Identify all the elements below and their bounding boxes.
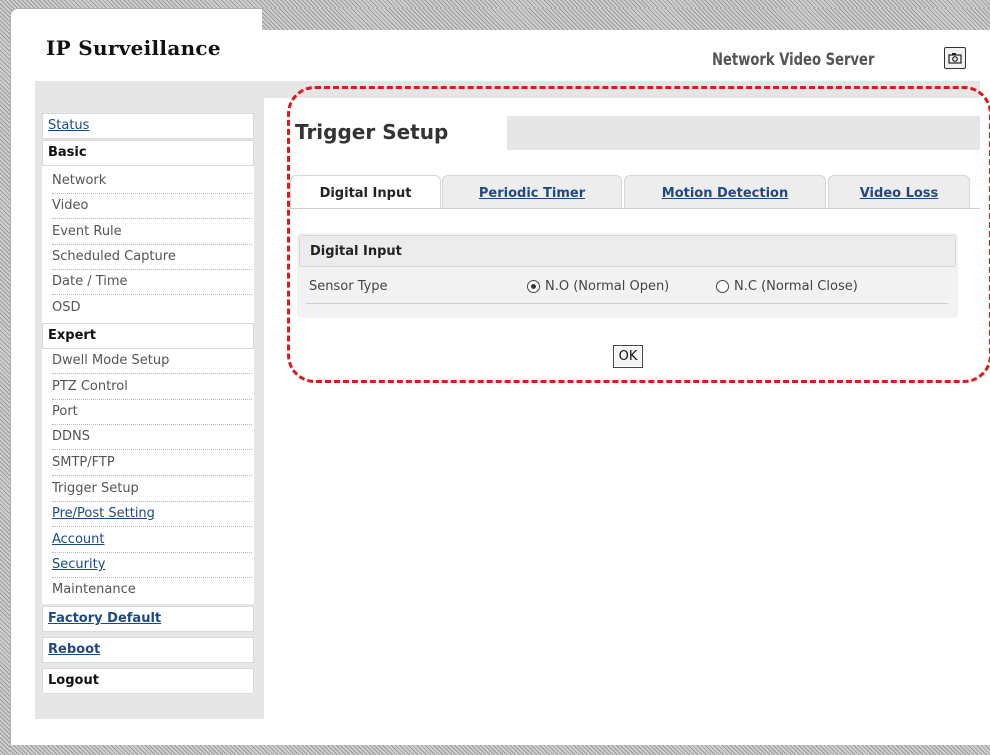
sidebar-item-status[interactable]: Status (42, 113, 254, 139)
sidebar-item-video[interactable]: Video (52, 194, 252, 219)
sidebar-item-logout[interactable]: Logout (42, 668, 254, 694)
sidebar-item-osd[interactable]: OSD (52, 296, 252, 321)
tab-label: Digital Input (319, 186, 412, 201)
tab-divider (287, 208, 980, 209)
radio-unchecked-icon (716, 280, 729, 293)
sidebar-item-network[interactable]: Network (52, 169, 252, 194)
sidebar-heading-basic: Basic (42, 140, 254, 166)
sidebar-item-factory-default[interactable]: Factory Default (42, 606, 254, 632)
sidebar-item-ddns[interactable]: DDNS (52, 425, 252, 450)
radio-normal-close-label: N.C (Normal Close) (734, 279, 858, 294)
row-divider (306, 303, 948, 304)
footer-pattern (10, 745, 990, 755)
sidebar-item-pre-post-setting[interactable]: Pre/Post Setting (52, 502, 252, 527)
sidebar-item-dwell-mode[interactable]: Dwell Mode Setup (52, 349, 252, 374)
sidebar-item-ptz-control[interactable]: PTZ Control (52, 375, 252, 400)
ok-button[interactable]: OK (613, 345, 643, 368)
camera-snapshot-icon (948, 53, 962, 64)
tab-motion-detection[interactable]: Motion Detection (624, 175, 826, 209)
product-name: Network Video Server (712, 50, 875, 70)
title-bar (507, 116, 980, 150)
header-pattern (262, 8, 990, 30)
tab-label: Periodic Timer (478, 186, 586, 201)
sidebar-heading-expert: Expert (42, 323, 254, 349)
page-title: Trigger Setup (295, 120, 449, 144)
tab-video-loss[interactable]: Video Loss (828, 175, 970, 209)
sidebar-item-date-time[interactable]: Date / Time (52, 270, 252, 295)
sidebar-item-scheduled-capture[interactable]: Scheduled Capture (52, 245, 252, 270)
tab-label: Video Loss (859, 186, 939, 201)
tab-label: Motion Detection (661, 186, 789, 201)
sidebar-item-port[interactable]: Port (52, 400, 252, 425)
sidebar-item-trigger-setup[interactable]: Trigger Setup (52, 477, 252, 502)
sidebar-item-smtp-ftp[interactable]: SMTP/FTP (52, 451, 252, 476)
radio-checked-icon (527, 280, 540, 293)
app-title: IP Surveillance (46, 36, 221, 60)
sidebar-item-account[interactable]: Account (52, 528, 252, 553)
snapshot-button[interactable] (944, 47, 966, 69)
sidebar-item-maintenance[interactable]: Maintenance (52, 578, 252, 603)
content-top-bar (35, 81, 980, 98)
tab-periodic-timer[interactable]: Periodic Timer (442, 175, 622, 209)
sensor-type-label: Sensor Type (309, 279, 388, 294)
radio-normal-close[interactable]: N.C (Normal Close) (716, 279, 858, 294)
sidebar-item-event-rule[interactable]: Event Rule (52, 220, 252, 245)
sidebar-item-security[interactable]: Security (52, 553, 252, 578)
radio-normal-open[interactable]: N.O (Normal Open) (527, 279, 669, 294)
sidebar-item-reboot[interactable]: Reboot (42, 637, 254, 663)
tab-digital-input[interactable]: Digital Input (290, 175, 441, 209)
radio-normal-open-label: N.O (Normal Open) (545, 279, 670, 294)
panel-heading: Digital Input (299, 235, 956, 267)
